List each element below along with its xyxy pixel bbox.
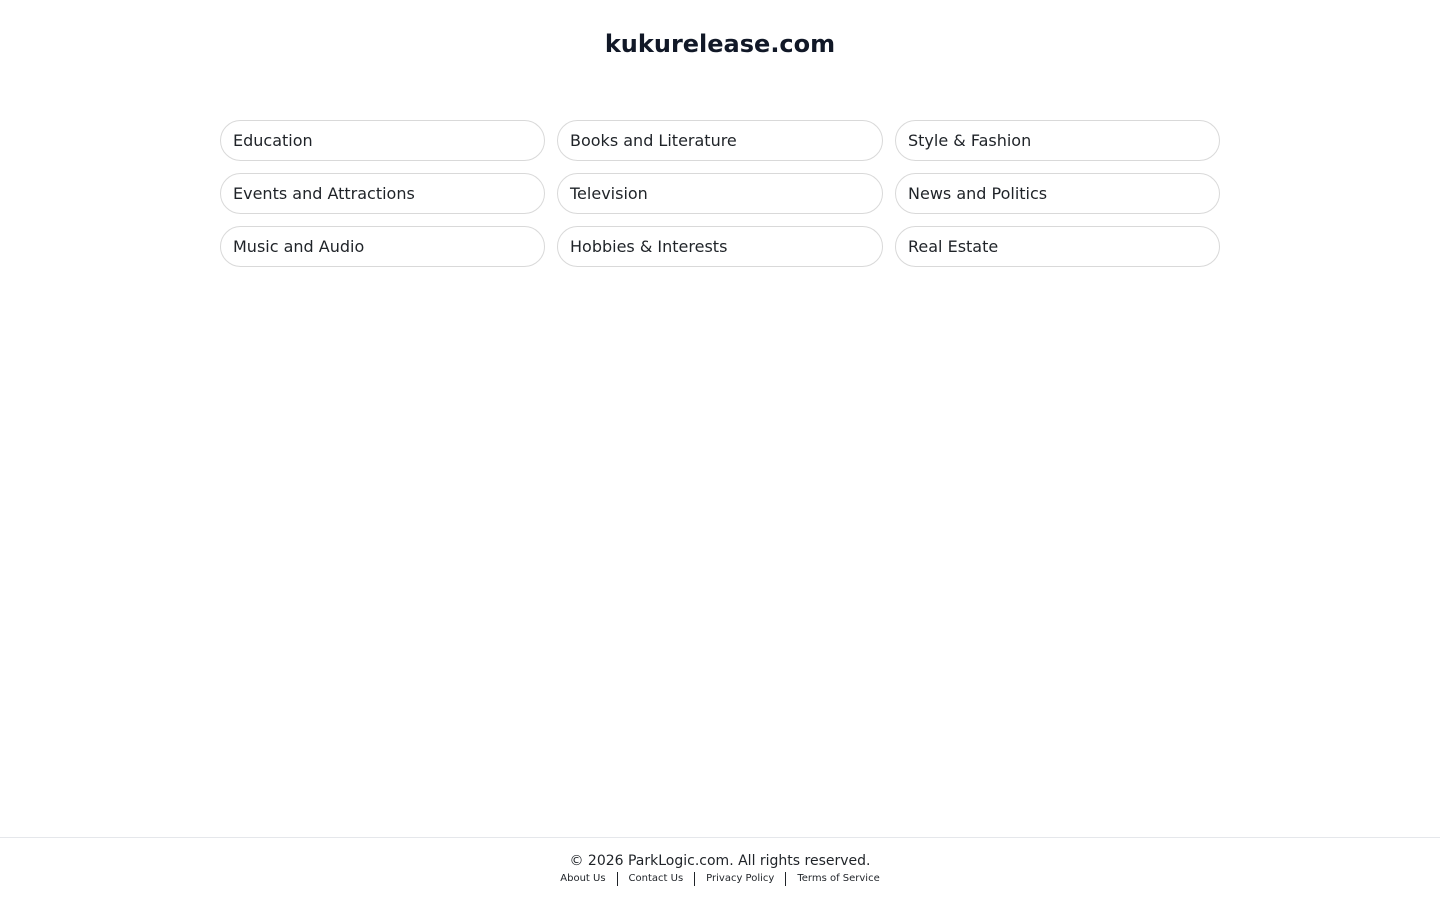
site-title: kukurelease.com bbox=[604, 30, 836, 58]
category-events-and-attractions-button[interactable]: Events and Attractions bbox=[220, 173, 545, 214]
category-television-button[interactable]: Television bbox=[557, 173, 883, 214]
category-grid: Education Books and Literature Style & F… bbox=[220, 120, 1220, 267]
category-real-estate-button[interactable]: Real Estate bbox=[895, 226, 1220, 267]
footer-links: About Us Contact Us Privacy Policy Terms… bbox=[0, 872, 1440, 886]
category-books-and-literature-button[interactable]: Books and Literature bbox=[557, 120, 883, 161]
about-us-link[interactable]: About Us bbox=[549, 872, 616, 886]
category-music-and-audio-button[interactable]: Music and Audio bbox=[220, 226, 545, 267]
category-style-fashion-button[interactable]: Style & Fashion bbox=[895, 120, 1220, 161]
terms-of-service-link[interactable]: Terms of Service bbox=[786, 872, 890, 886]
footer: © 2026 ParkLogic.com. All rights reserve… bbox=[0, 837, 1440, 900]
page: kukurelease.com Education Books and Lite… bbox=[0, 0, 1440, 900]
category-news-and-politics-button[interactable]: News and Politics bbox=[895, 173, 1220, 214]
privacy-policy-link[interactable]: Privacy Policy bbox=[695, 872, 785, 886]
contact-us-link[interactable]: Contact Us bbox=[618, 872, 695, 886]
category-education-button[interactable]: Education bbox=[220, 120, 545, 161]
copyright-text: © 2026 ParkLogic.com. All rights reserve… bbox=[569, 853, 871, 869]
category-hobbies-interests-button[interactable]: Hobbies & Interests bbox=[557, 226, 883, 267]
